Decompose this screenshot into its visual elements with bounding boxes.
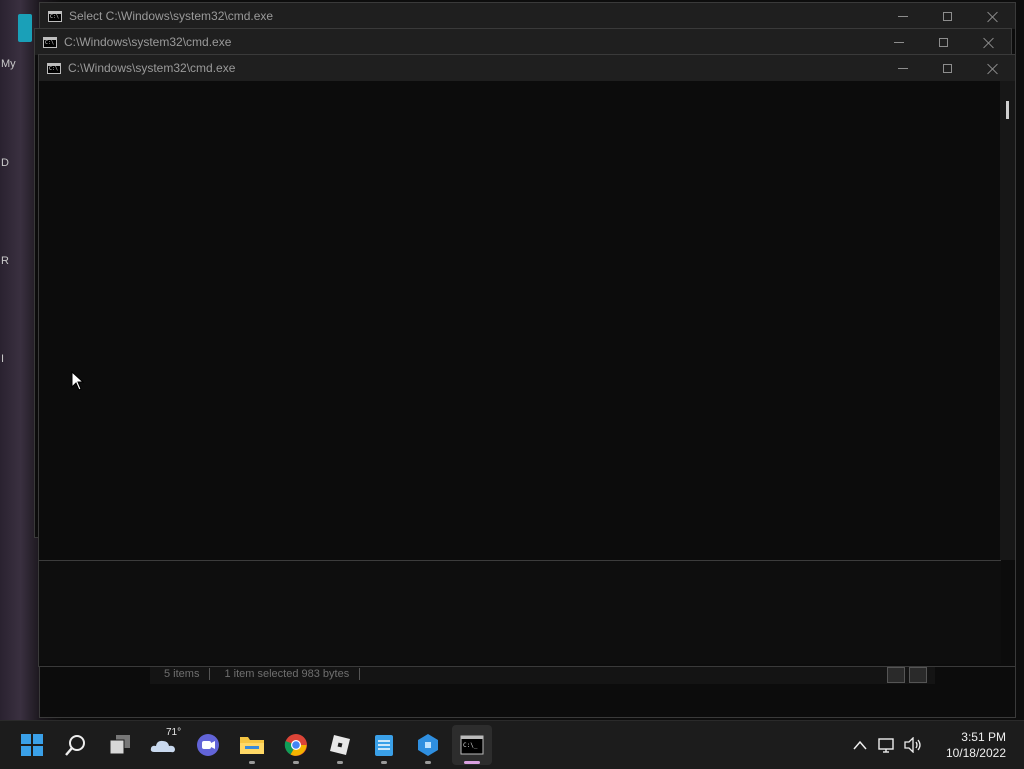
show-hidden-icons-button[interactable] [848, 725, 872, 765]
close-icon [983, 37, 994, 48]
task-view-icon [109, 735, 130, 755]
notepad-button[interactable] [364, 725, 404, 765]
window-title: C:\Windows\system32\cmd.exe [64, 35, 232, 49]
running-indicator [249, 761, 255, 764]
search-icon [65, 735, 85, 756]
roblox-studio-icon [418, 734, 438, 756]
console-lower-area[interactable] [39, 560, 1001, 664]
minimize-button[interactable] [880, 3, 925, 29]
weather-widget[interactable]: 71° [144, 725, 184, 765]
cmd-icon [48, 10, 62, 22]
close-icon [987, 11, 998, 22]
network-button[interactable] [874, 725, 900, 765]
divider [209, 668, 211, 680]
chevron-up-icon [853, 740, 867, 750]
desktop-label-d: D [1, 157, 9, 169]
divider [359, 668, 361, 680]
minimize-icon [897, 15, 908, 17]
window-title: Select C:\Windows\system32\cmd.exe [69, 9, 274, 23]
cmd-icon [47, 62, 61, 74]
running-indicator [464, 761, 480, 764]
maximize-button[interactable] [925, 55, 970, 81]
running-indicator [293, 761, 299, 764]
desktop-label-i: I [1, 353, 5, 365]
chrome-icon [284, 734, 307, 756]
running-indicator [337, 761, 343, 764]
large-icons-view-icon[interactable] [909, 667, 927, 683]
maximize-icon [943, 63, 952, 73]
clock-time: 3:51 PM [961, 730, 1006, 744]
desktop-label-my: My [1, 58, 16, 70]
chrome-button[interactable] [276, 725, 316, 765]
cmd-icon [43, 36, 57, 48]
mouse-pointer-icon [71, 371, 85, 391]
window-title: C:\Windows\system32\cmd.exe [68, 61, 236, 75]
minimize-icon [893, 41, 904, 43]
explorer-status-bar: 5 items 1 item selected 983 bytes [150, 664, 935, 684]
notepad-icon [375, 735, 393, 756]
start-button[interactable] [12, 725, 52, 765]
taskbar-clock[interactable]: 3:51 PM 10/18/2022 [946, 729, 1006, 761]
titlebar[interactable]: C:\Windows\system32\cmd.exe [35, 29, 1011, 55]
file-explorer-icon [240, 737, 264, 754]
start-icon [21, 734, 43, 756]
task-view-button[interactable] [100, 725, 140, 765]
desktop-shortcut-icon[interactable] [18, 14, 32, 42]
close-button[interactable] [966, 29, 1011, 55]
roblox-studio-button[interactable] [408, 725, 448, 765]
minimize-button[interactable] [876, 29, 921, 55]
network-icon [878, 738, 894, 753]
teams-chat-icon [197, 734, 219, 756]
running-indicator [425, 761, 431, 764]
volume-button[interactable] [900, 725, 926, 765]
selection-info: 1 item selected 983 bytes [224, 668, 350, 680]
running-indicator [381, 761, 387, 764]
desktop-label-r: R [1, 255, 9, 267]
scroll-thumb[interactable] [1006, 101, 1009, 119]
titlebar[interactable]: C:\Windows\system32\cmd.exe [39, 55, 1015, 81]
titlebar[interactable]: Select C:\Windows\system32\cmd.exe [40, 3, 1015, 29]
item-count: 5 items [164, 668, 200, 680]
console-output[interactable] [39, 81, 1001, 560]
roblox-icon [330, 735, 350, 755]
minimize-icon [897, 67, 908, 69]
vertical-scrollbar[interactable] [1000, 81, 1015, 560]
clock-date: 10/18/2022 [945, 746, 1006, 760]
maximize-button[interactable] [921, 29, 966, 55]
details-view-icon[interactable] [887, 667, 905, 683]
file-explorer-button[interactable] [232, 725, 272, 765]
maximize-icon [943, 11, 952, 21]
search-button[interactable] [56, 725, 96, 765]
close-icon [987, 63, 998, 74]
teams-chat-button[interactable] [188, 725, 228, 765]
svg-text:C:\_: C:\_ [463, 742, 478, 749]
speaker-icon [904, 737, 921, 753]
taskbar: 71° C:\_ 3:51 PM 10/18/2022 [0, 720, 1024, 769]
close-button[interactable] [970, 55, 1015, 81]
command-prompt-icon: C:\_ [460, 735, 484, 755]
weather-temperature: 71° [166, 727, 182, 738]
cmd-window-front[interactable]: C:\Windows\system32\cmd.exe [38, 54, 1016, 667]
maximize-button[interactable] [925, 3, 970, 29]
close-button[interactable] [970, 3, 1015, 29]
roblox-button[interactable] [320, 725, 360, 765]
command-prompt-button[interactable]: C:\_ [452, 725, 492, 765]
maximize-icon [939, 37, 948, 47]
minimize-button[interactable] [880, 55, 925, 81]
